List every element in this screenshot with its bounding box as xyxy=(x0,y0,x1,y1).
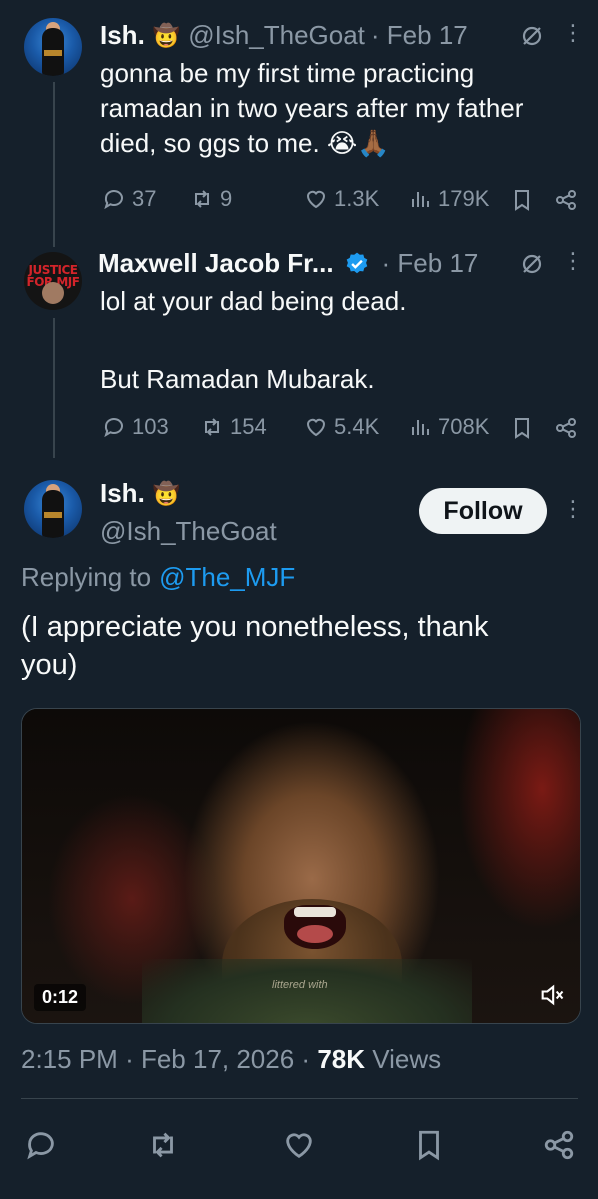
replying-prefix: Replying to xyxy=(21,562,152,592)
reply-count: 37 xyxy=(132,186,157,211)
grok-icon[interactable] xyxy=(520,24,544,48)
replying-to: Replying to @The_MJF xyxy=(21,562,295,593)
heart-icon[interactable] xyxy=(282,1128,316,1162)
heart-icon xyxy=(304,187,328,211)
tweet1-line: died, so ggs to me. 😭🙏🏾 xyxy=(100,128,390,158)
tweet1-reply[interactable]: 37 xyxy=(102,186,156,212)
tweet1-handle[interactable]: @Ish_TheGoat xyxy=(188,20,365,51)
tweet2-header: Maxwell Jacob Fr... · Feb 17 xyxy=(98,248,478,279)
bookmark-icon[interactable] xyxy=(510,416,534,440)
replying-handle[interactable]: @The_MJF xyxy=(159,562,295,593)
main-tweet-line: you) xyxy=(21,649,78,681)
repost-count: 154 xyxy=(230,414,267,439)
reply-count: 103 xyxy=(132,414,169,439)
main-author-handle[interactable]: @Ish_TheGoat xyxy=(100,516,277,547)
tweet2-line2: But Ramadan Mubarak. xyxy=(100,364,375,394)
repost-icon xyxy=(200,415,224,439)
repost-icon[interactable] xyxy=(146,1128,180,1162)
tweet2-author-name[interactable]: Maxwell Jacob Fr... xyxy=(98,248,334,279)
divider xyxy=(21,1098,578,1099)
post-date[interactable]: Feb 17, 2026 xyxy=(141,1044,294,1074)
tweet1-author-name[interactable]: Ish. xyxy=(100,20,145,51)
mute-icon[interactable] xyxy=(538,981,566,1009)
bookmark-icon[interactable] xyxy=(412,1128,446,1162)
tweet2-repost[interactable]: 154 xyxy=(200,414,267,440)
avatar-ish[interactable] xyxy=(24,18,82,76)
tweet1-line: ramadan in two years after my father xyxy=(100,93,524,123)
share-icon[interactable] xyxy=(554,416,578,440)
video-subtitle: littered with xyxy=(272,979,328,991)
thread-line-2 xyxy=(53,318,55,458)
tweet2-views[interactable]: 708K xyxy=(408,414,489,440)
like-count: 5.4K xyxy=(334,414,380,439)
tweet1-text: gonna be my first time practicing ramada… xyxy=(100,56,523,161)
main-author-name[interactable]: Ish. xyxy=(100,478,145,509)
share-icon[interactable] xyxy=(542,1128,576,1162)
views-icon xyxy=(408,187,432,211)
tweet1-header: Ish. 🤠 @Ish_TheGoat · Feb 17 xyxy=(100,20,468,51)
repost-count: 9 xyxy=(220,186,233,211)
cowboy-emoji: 🤠 xyxy=(152,480,181,506)
video-player[interactable]: littered with 0:12 xyxy=(21,708,581,1024)
main-tweet-text: (I appreciate you nonetheless, thank you… xyxy=(21,608,489,684)
like-count: 1.3K xyxy=(334,186,380,211)
post-views-count: 78K xyxy=(317,1044,366,1074)
video-duration: 0:12 xyxy=(34,984,87,1011)
main-more-icon[interactable]: ⋮ xyxy=(562,496,584,522)
tweet1-views[interactable]: 179K xyxy=(408,186,489,212)
main-author: Ish. 🤠 xyxy=(100,478,180,509)
post-views-label: Views xyxy=(372,1044,442,1074)
verified-badge-icon xyxy=(344,251,370,277)
avatar-mjf[interactable]: JUSTICE FOR MJF xyxy=(24,252,82,310)
tweet2-date[interactable]: · Feb 17 xyxy=(382,248,479,279)
views-icon xyxy=(408,415,432,439)
avatar-ish-main[interactable] xyxy=(24,480,82,538)
post-time[interactable]: 2:15 PM xyxy=(21,1044,118,1074)
reply-icon xyxy=(102,187,126,211)
grok-icon[interactable] xyxy=(520,252,544,276)
post-meta: 2:15 PM · Feb 17, 2026 · 78K Views xyxy=(21,1044,442,1074)
heart-icon xyxy=(304,415,328,439)
tweet1-line: gonna be my first time practicing xyxy=(100,58,475,88)
tweet2-more-icon[interactable]: ⋮ xyxy=(562,248,584,274)
reply-icon xyxy=(102,415,126,439)
tweet2-line1: lol at your dad being dead. xyxy=(100,286,407,316)
tweet1-more-icon[interactable]: ⋮ xyxy=(562,20,584,46)
share-icon[interactable] xyxy=(554,188,578,212)
view-count: 179K xyxy=(438,186,490,211)
main-tweet-line: (I appreciate you nonetheless, thank xyxy=(21,611,489,643)
repost-icon xyxy=(190,187,214,211)
tweet2-reply[interactable]: 103 xyxy=(102,414,169,440)
cowboy-emoji: 🤠 xyxy=(152,22,181,48)
thread-line-1 xyxy=(53,82,55,247)
tweet2-like[interactable]: 5.4K xyxy=(304,414,379,440)
view-count: 708K xyxy=(438,414,490,439)
reply-icon[interactable] xyxy=(24,1128,58,1162)
tweet1-date[interactable]: · Feb 17 xyxy=(371,20,468,51)
tweet1-repost[interactable]: 9 xyxy=(190,186,232,212)
follow-button[interactable]: Follow xyxy=(419,488,547,534)
bookmark-icon[interactable] xyxy=(510,188,534,212)
tweet1-like[interactable]: 1.3K xyxy=(304,186,379,212)
